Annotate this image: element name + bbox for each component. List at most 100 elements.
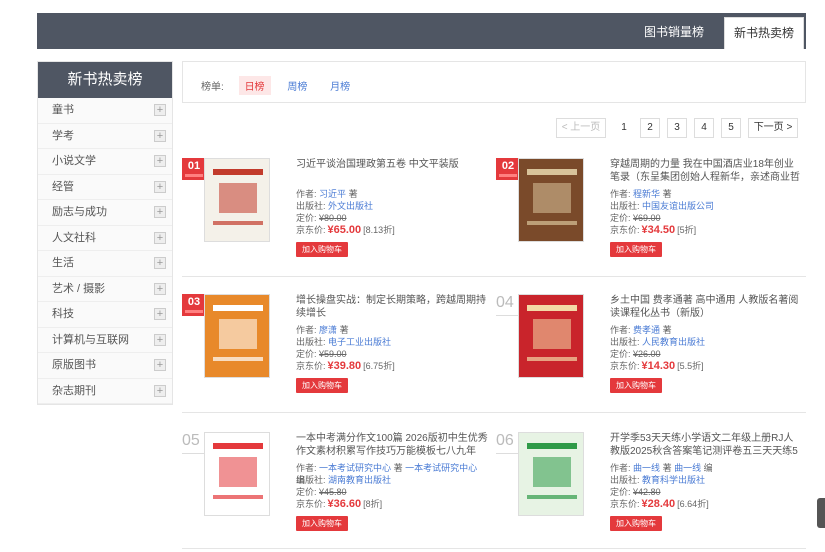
book-title-link[interactable]: 穿越周期的力量 我在中国酒店业18年创业笔录（东呈集团创始人程新华，亲述商业哲思… <box>610 158 802 184</box>
sidebar-item[interactable]: 杂志期刊 + <box>38 378 172 404</box>
book-cover-image[interactable] <box>518 158 584 242</box>
publisher-link[interactable]: 电子工业出版社 <box>328 337 391 347</box>
author-link[interactable]: 廖潇 <box>319 325 337 335</box>
book-jd-price: 京东价: ¥28.40 [6.64折] <box>610 498 709 510</box>
page-5-button[interactable]: 5 <box>721 118 741 138</box>
author-link[interactable]: 费孝通 <box>633 325 660 335</box>
row-divider <box>182 412 806 413</box>
add-to-cart-button[interactable]: 加入购物车 <box>610 516 662 531</box>
book-cover-image[interactable] <box>204 158 270 242</box>
sidebar-item-label: 小说文学 <box>52 155 96 167</box>
author-link[interactable]: 习近平 <box>319 189 346 199</box>
book-title-link[interactable]: 乡土中国 费孝通著 高中通用 人教版名著阅读课程化丛书（新版） <box>610 294 802 320</box>
sidebar-item[interactable]: 经管 + <box>38 174 172 200</box>
expand-plus-icon[interactable]: + <box>154 129 166 142</box>
publisher-link[interactable]: 湖南教育出版社 <box>328 475 391 485</box>
book-publisher: 出版社: 电子工业出版社 <box>296 337 392 347</box>
page-1-button[interactable]: 1 <box>614 118 634 138</box>
expand-plus-icon[interactable]: + <box>154 231 166 244</box>
expand-plus-icon[interactable]: + <box>154 155 166 167</box>
sidebar-item-label: 人文社科 <box>52 231 96 244</box>
book-jd-price: 京东价: ¥34.50 [5折] <box>610 224 697 236</box>
book-list-price: 定价: ¥26.00 <box>610 349 661 359</box>
publisher-link[interactable]: 人民教育出版社 <box>642 337 705 347</box>
book-item: 04 乡土中国 费孝通著 高中通用 人教版名著阅读课程化丛书（新版） 作者: 费孝通… <box>496 294 802 414</box>
pagination: < 上一页 1 2 3 4 5 下一页 > <box>556 118 806 138</box>
filter-weekly[interactable]: 周榜 <box>281 76 313 95</box>
book-jd-price: 京东价: ¥65.00 [8.13折] <box>296 224 395 236</box>
sidebar-item-label: 科技 <box>52 308 74 320</box>
next-page-button[interactable]: 下一页 > <box>748 118 798 138</box>
add-to-cart-button[interactable]: 加入购物车 <box>296 242 348 257</box>
sidebar-item[interactable]: 童书 + <box>38 98 172 124</box>
add-to-cart-button[interactable]: 加入购物车 <box>296 378 348 393</box>
book-publisher: 出版社: 外文出版社 <box>296 201 374 211</box>
add-to-cart-button[interactable]: 加入购物车 <box>610 378 662 393</box>
expand-plus-icon[interactable]: + <box>154 206 166 218</box>
expand-plus-icon[interactable]: + <box>154 308 166 320</box>
book-info: 乡土中国 费孝通著 高中通用 人教版名著阅读课程化丛书（新版） 作者: 费孝通 著… <box>610 294 802 393</box>
expand-plus-icon[interactable]: + <box>154 104 166 116</box>
expand-plus-icon[interactable]: + <box>154 384 166 397</box>
book-item: 06 开学季53天天练小学语文二年级上册RJ人教版2025秋含答案笔记测评卷五三天… <box>496 432 802 552</box>
book-author: 作者: 一本考试研究中心 著 一本考试研究中心 编 <box>296 463 478 485</box>
expand-plus-icon[interactable]: + <box>154 282 166 295</box>
sidebar-item[interactable]: 学考 + <box>38 123 172 149</box>
book-jd-price: 京东价: ¥36.60 [8折] <box>296 498 383 510</box>
sidebar-item[interactable]: 生活 + <box>38 251 172 277</box>
book-title-link[interactable]: 一本中考满分作文100篇 2026版初中生优秀作文素材积累写作技巧万能模板七八九… <box>296 432 488 458</box>
author-link[interactable]: 曲一线 <box>633 463 660 473</box>
sidebar-item-label: 计算机与互联网 <box>52 333 129 346</box>
sidebar-item[interactable]: 原版图书 + <box>38 353 172 379</box>
sidebar-item-label: 经管 <box>52 180 74 193</box>
book-cover-image[interactable] <box>204 432 270 516</box>
book-title-link[interactable]: 增长操盘实战：制定长期策略，跨越周期持续增长 <box>296 294 488 320</box>
book-item: 02 穿越周期的力量 我在中国酒店业18年创业笔录（东呈集团创始人程新华，亲述商业… <box>496 158 802 278</box>
row-divider <box>182 276 806 277</box>
book-info: 增长操盘实战：制定长期策略，跨越周期持续增长 作者: 廖潇 著出版社: 电子工业出… <box>296 294 488 393</box>
sidebar-item-label: 原版图书 <box>52 359 96 371</box>
book-publisher: 出版社: 人民教育出版社 <box>610 337 706 347</box>
sidebar-item[interactable]: 计算机与互联网 + <box>38 327 172 353</box>
expand-plus-icon[interactable]: + <box>154 257 166 269</box>
page-3-button[interactable]: 3 <box>667 118 687 138</box>
book-info: 穿越周期的力量 我在中国酒店业18年创业笔录（东呈集团创始人程新华，亲述商业哲思… <box>610 158 802 257</box>
tab-sales-ranking[interactable]: 图书销量榜 <box>634 17 714 49</box>
expand-plus-icon[interactable]: + <box>154 359 166 371</box>
add-to-cart-button[interactable]: 加入购物车 <box>296 516 348 531</box>
sidebar-item[interactable]: 艺术 / 摄影 + <box>38 276 172 302</box>
expand-plus-icon[interactable]: + <box>154 333 166 346</box>
sidebar-item[interactable]: 励志与成功 + <box>38 200 172 226</box>
page-4-button[interactable]: 4 <box>694 118 714 138</box>
sidebar-item[interactable]: 小说文学 + <box>38 149 172 175</box>
book-cover-image[interactable] <box>204 294 270 378</box>
book-title-link[interactable]: 习近平谈治国理政第五卷 中文平装版 <box>296 158 488 184</box>
expand-plus-icon[interactable]: + <box>154 180 166 193</box>
author-link[interactable]: 一本考试研究中心 <box>319 463 391 473</box>
sidebar-item[interactable]: 人文社科 + <box>38 225 172 251</box>
book-author: 作者: 费孝通 著 <box>610 325 672 335</box>
sidebar-item-label: 生活 <box>52 257 74 269</box>
tab-new-hot-ranking[interactable]: 新书热卖榜 <box>724 17 804 49</box>
publisher-link[interactable]: 外文出版社 <box>328 201 373 211</box>
book-title-link[interactable]: 开学季53天天练小学语文二年级上册RJ人教版2025秋含答案笔记测评卷五三天天练… <box>610 432 802 458</box>
sidebar-item-label: 艺术 / 摄影 <box>52 282 106 295</box>
rank-badge: 02 <box>496 158 520 180</box>
filter-monthly[interactable]: 月榜 <box>324 76 356 95</box>
publisher-link[interactable]: 教育科学出版社 <box>642 475 705 485</box>
book-cover-image[interactable] <box>518 294 584 378</box>
author-link[interactable]: 程新华 <box>633 189 660 199</box>
author-link[interactable]: 曲一线 <box>674 463 701 473</box>
filter-daily[interactable]: 日榜 <box>238 76 271 95</box>
add-to-cart-button[interactable]: 加入购物车 <box>610 242 662 257</box>
page-2-button[interactable]: 2 <box>640 118 660 138</box>
prev-page-button[interactable]: < 上一页 <box>556 118 606 138</box>
sidebar-item-label: 杂志期刊 <box>52 384 96 397</box>
book-cover-image[interactable] <box>518 432 584 516</box>
publisher-link[interactable]: 中国友谊出版公司 <box>642 201 714 211</box>
sidebar-item[interactable]: 科技 + <box>38 302 172 328</box>
book-item: 03 增长操盘实战：制定长期策略，跨越周期持续增长 作者: 廖潇 著出版社: 电子工… <box>182 294 488 414</box>
floating-side-tab[interactable] <box>817 498 825 528</box>
book-info: 一本中考满分作文100篇 2026版初中生优秀作文素材积累写作技巧万能模板七八九… <box>296 432 488 531</box>
author-link[interactable]: 一本考试研究中心 <box>405 463 477 473</box>
